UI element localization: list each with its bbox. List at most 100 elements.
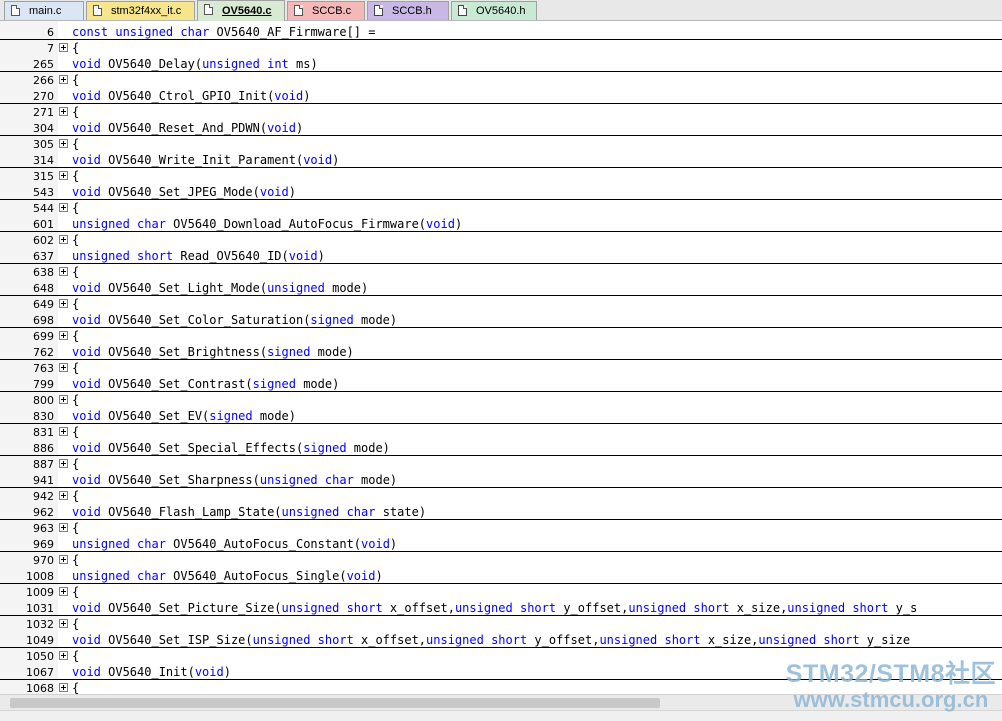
code-line-brace[interactable]: 649 { xyxy=(0,296,1002,312)
code-line-brace[interactable]: 602 { xyxy=(0,232,1002,248)
scrollbar-thumb[interactable] xyxy=(10,698,660,708)
fold-expand-icon[interactable] xyxy=(59,555,68,564)
code-token: OV5640_Download_AutoFocus_Firmware( xyxy=(165,217,427,231)
code-token: { xyxy=(72,297,80,311)
code-line-signature[interactable]: 1049 void OV5640_Set_ISP_Size(unsigned sh… xyxy=(0,632,1002,648)
fold-expand-icon[interactable] xyxy=(59,331,68,340)
code-line-brace[interactable]: 1032 { xyxy=(0,616,1002,632)
code-token: x_offset, xyxy=(382,601,455,615)
code-line-brace[interactable]: 887 { xyxy=(0,456,1002,472)
line-number: 315 xyxy=(33,170,54,183)
fold-expand-icon[interactable] xyxy=(59,235,68,244)
tab-stm32f4xx-it-c[interactable]: stm32f4xx_it.c xyxy=(86,1,195,20)
code-line-brace[interactable]: 1068 { xyxy=(0,680,1002,694)
fold-expand-icon[interactable] xyxy=(59,651,68,660)
keyword-token: char xyxy=(346,505,376,519)
fold-expand-icon[interactable] xyxy=(59,491,68,500)
code-line-brace[interactable]: 7{ xyxy=(0,40,1002,56)
fold-expand-icon[interactable] xyxy=(59,683,68,692)
keyword-token: unsigned xyxy=(628,601,687,615)
code-line-brace[interactable]: 942 { xyxy=(0,488,1002,504)
code-line-signature[interactable]: 941 void OV5640_Set_Sharpness(unsigned ch… xyxy=(0,472,1002,488)
fold-expand-icon[interactable] xyxy=(59,587,68,596)
tab-sccb-c[interactable]: SCCB.c xyxy=(287,1,365,20)
code-text: unsigned char OV5640_Download_AutoFocus_… xyxy=(72,216,462,232)
code-line-signature[interactable]: 698 void OV5640_Set_Color_Saturation(sign… xyxy=(0,312,1002,328)
code-editor[interactable]: 6 const unsigned char OV5640_AF_Firmware[… xyxy=(0,21,1002,694)
fold-expand-icon[interactable] xyxy=(59,107,68,116)
keyword-token: void xyxy=(267,121,296,135)
code-line-signature[interactable]: 799 void OV5640_Set_Contrast(signed mode) xyxy=(0,376,1002,392)
keyword-token: void xyxy=(346,569,376,583)
fold-expand-icon[interactable] xyxy=(59,523,68,532)
code-line-brace[interactable]: 315 { xyxy=(0,168,1002,184)
code-line-signature[interactable]: 543 void OV5640_Set_JPEG_Mode(void) xyxy=(0,184,1002,200)
code-line-signature[interactable]: 1008 unsigned char OV5640_AutoFocus_Singl… xyxy=(0,568,1002,584)
code-line-brace[interactable]: 763 { xyxy=(0,360,1002,376)
fold-expand-icon[interactable] xyxy=(59,363,68,372)
tab-ov5640-c[interactable]: OV5640.c xyxy=(197,0,285,21)
keyword-token: void xyxy=(72,281,101,295)
code-token: OV5640_Set_Sharpness( xyxy=(100,473,260,487)
tab-sccb-h[interactable]: SCCB.h xyxy=(367,1,449,20)
code-line-signature[interactable]: 762 void OV5640_Set_Brightness(signed mod… xyxy=(0,344,1002,360)
code-text: { xyxy=(72,488,79,504)
keyword-token: signed xyxy=(209,409,253,423)
fold-expand-icon[interactable] xyxy=(59,43,68,52)
keyword-token: short xyxy=(317,633,354,647)
code-line-brace[interactable]: 638 { xyxy=(0,264,1002,280)
horizontal-scrollbar[interactable] xyxy=(0,694,1002,710)
code-line-signature[interactable]: 314 void OV5640_Write_Init_Parament(void) xyxy=(0,152,1002,168)
code-line-brace[interactable]: 800 { xyxy=(0,392,1002,408)
tab-label: OV5640.c xyxy=(222,5,272,17)
code-line-signature[interactable]: 648 void OV5640_Set_Light_Mode(unsigned m… xyxy=(0,280,1002,296)
tab-main-c[interactable]: main.c xyxy=(4,1,84,20)
code-line-brace[interactable]: 305 { xyxy=(0,136,1002,152)
code-line-brace[interactable]: 831 { xyxy=(0,424,1002,440)
code-line-brace[interactable]: 1050 { xyxy=(0,648,1002,664)
keyword-token: void xyxy=(72,409,101,423)
code-line-brace[interactable]: 544 { xyxy=(0,200,1002,216)
code-line-signature[interactable]: 637 unsigned short Read_OV5640_ID(void) xyxy=(0,248,1002,264)
code-line-signature[interactable]: 304 void OV5640_Reset_And_PDWN(void) xyxy=(0,120,1002,136)
fold-expand-icon[interactable] xyxy=(59,267,68,276)
fold-expand-icon[interactable] xyxy=(59,139,68,148)
keyword-token: signed xyxy=(303,441,347,455)
keyword-token: void xyxy=(72,665,101,679)
fold-expand-icon[interactable] xyxy=(59,203,68,212)
code-line-signature[interactable]: 6 const unsigned char OV5640_AF_Firmware[… xyxy=(0,24,1002,40)
code-line-signature[interactable]: 969 unsigned char OV5640_AutoFocus_Consta… xyxy=(0,536,1002,552)
tab-ov5640-h[interactable]: OV5640.h xyxy=(451,1,537,20)
fold-expand-icon[interactable] xyxy=(59,171,68,180)
code-line-signature[interactable]: 270 void OV5640_Ctrol_GPIO_Init(void) xyxy=(0,88,1002,104)
code-line-brace[interactable]: 1009 { xyxy=(0,584,1002,600)
code-line-signature[interactable]: 1067 void OV5640_Init(void) xyxy=(0,664,1002,680)
code-text: void OV5640_Set_ISP_Size(unsigned short … xyxy=(72,632,910,648)
fold-expand-icon[interactable] xyxy=(59,619,68,628)
code-token: ) xyxy=(288,185,296,199)
fold-expand-icon[interactable] xyxy=(59,299,68,308)
code-token: mode) xyxy=(310,345,354,359)
code-line-brace[interactable]: 271 { xyxy=(0,104,1002,120)
code-line-signature[interactable]: 265 void OV5640_Delay(unsigned int ms) xyxy=(0,56,1002,72)
fold-expand-icon[interactable] xyxy=(59,75,68,84)
line-number: 602 xyxy=(33,234,54,247)
fold-expand-icon[interactable] xyxy=(59,459,68,468)
file-tab-bar: main.c stm32f4xx_it.c OV5640.c SCCB.c SCCB.h… xyxy=(0,0,1002,21)
code-line-signature[interactable]: 1031 void OV5640_Set_Picture_Size(unsigne… xyxy=(0,600,1002,616)
code-line-signature[interactable]: 886 void OV5640_Set_Special_Effects(signe… xyxy=(0,440,1002,456)
code-line-signature[interactable]: 830 void OV5640_Set_EV(signed mode) xyxy=(0,408,1002,424)
fold-expand-icon[interactable] xyxy=(59,427,68,436)
code-token: y_size xyxy=(859,633,911,647)
keyword-token: int xyxy=(267,57,289,71)
keyword-token: unsigned xyxy=(787,601,846,615)
code-line-signature[interactable]: 962 void OV5640_Flash_Lamp_State(unsigned… xyxy=(0,504,1002,520)
fold-expand-icon[interactable] xyxy=(59,395,68,404)
code-line-brace[interactable]: 699 { xyxy=(0,328,1002,344)
code-text: { xyxy=(72,72,79,88)
code-line-brace[interactable]: 963 { xyxy=(0,520,1002,536)
code-line-brace[interactable]: 970 { xyxy=(0,552,1002,568)
code-line-brace[interactable]: 266 { xyxy=(0,72,1002,88)
code-line-signature[interactable]: 601 unsigned char OV5640_Download_AutoFoc… xyxy=(0,216,1002,232)
line-number: 304 xyxy=(33,122,54,135)
